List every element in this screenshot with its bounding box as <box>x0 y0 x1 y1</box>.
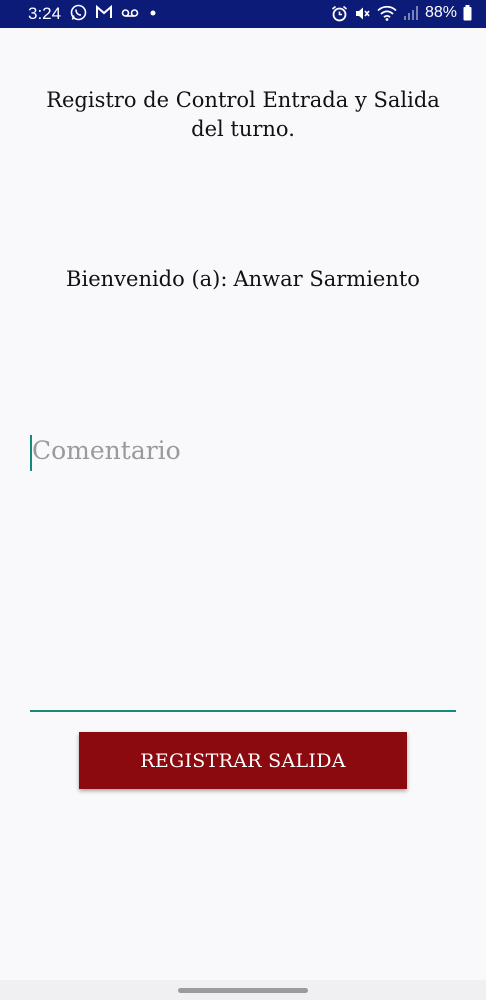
wifi-icon <box>377 5 397 21</box>
battery-icon <box>463 5 472 21</box>
status-bar: 3:24 88% <box>0 0 486 28</box>
status-time: 3:24 <box>28 4 62 23</box>
welcome-label: Bienvenido (a): <box>66 267 228 291</box>
page-title: Registro de Control Entrada y Salida del… <box>46 88 440 141</box>
register-exit-button[interactable]: REGISTRAR SALIDA <box>79 732 407 789</box>
mute-icon <box>354 5 371 22</box>
welcome-message: Bienvenido (a): Anwar Sarmiento <box>0 267 486 291</box>
signal-icon <box>403 5 419 21</box>
notification-icons <box>70 4 159 21</box>
voicemail-icon <box>121 7 139 19</box>
dot-icon <box>147 7 159 19</box>
gmail-icon <box>95 5 113 20</box>
alarm-icon <box>331 5 348 22</box>
system-icons: 88% <box>331 4 472 22</box>
home-indicator[interactable] <box>178 988 308 993</box>
battery-level: 88% <box>424 4 457 21</box>
comment-field[interactable] <box>30 432 456 712</box>
comment-input[interactable] <box>32 436 450 696</box>
whatsapp-icon <box>70 4 87 21</box>
user-name: Anwar Sarmiento <box>233 267 420 291</box>
